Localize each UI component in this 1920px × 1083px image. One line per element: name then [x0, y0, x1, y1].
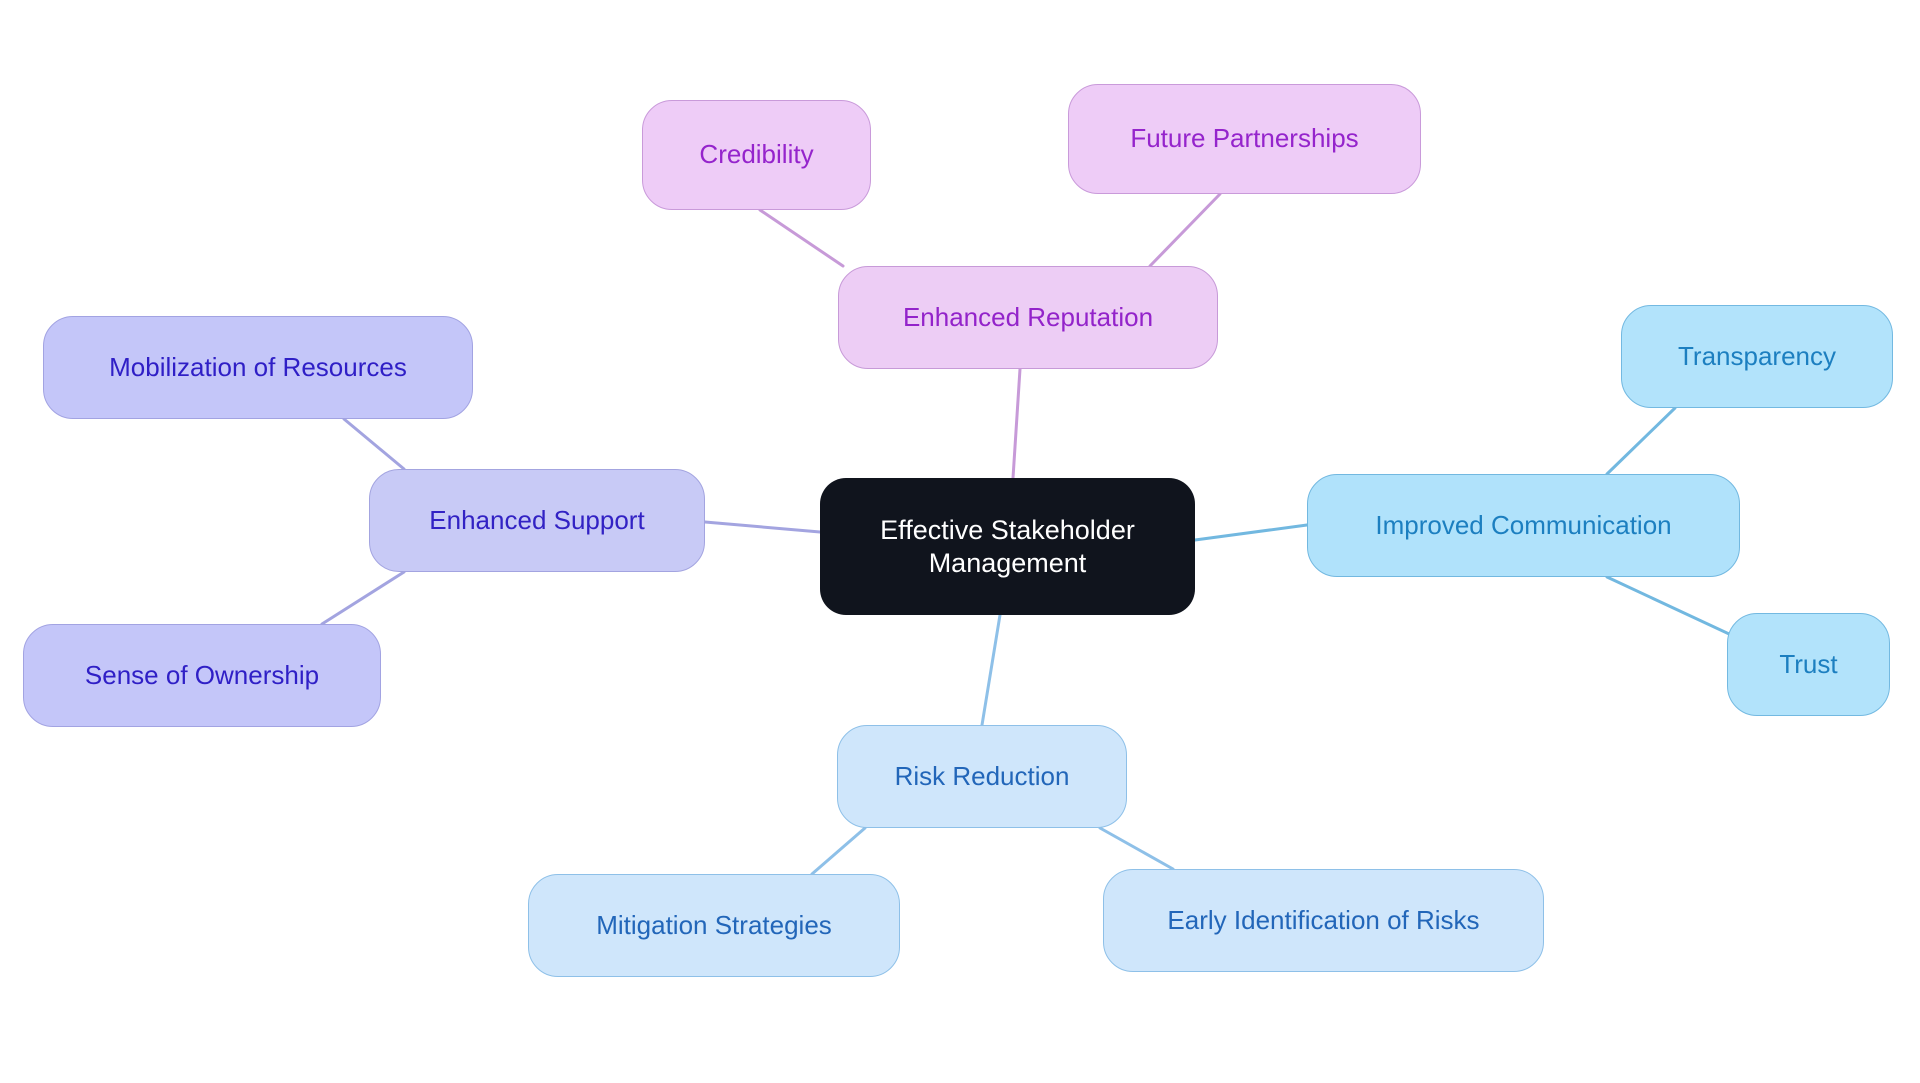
mindmap-root-node[interactable]: Effective Stakeholder Management: [820, 478, 1195, 615]
edge-enhanced-support-sense-of-ownership: [320, 570, 406, 626]
mindmap-leaf-mobilization-of-resources[interactable]: Mobilization of Resources: [43, 316, 473, 419]
mindmap-branch-enhanced-reputation[interactable]: Enhanced Reputation: [838, 266, 1218, 369]
edge-risk-reduction-mitigation-strategies: [810, 826, 867, 876]
mindmap-branch-enhanced-support[interactable]: Enhanced Support: [369, 469, 705, 572]
edge-root-risk-reduction: [980, 613, 1002, 727]
edge-enhanced-support-mobilization: [342, 417, 406, 471]
mindmap-leaf-mitigation-strategies[interactable]: Mitigation Strategies: [528, 874, 900, 977]
edge-improved-communication-trust: [1605, 575, 1744, 642]
mindmap-branch-improved-communication[interactable]: Improved Communication: [1307, 474, 1740, 577]
mindmap-branch-risk-reduction[interactable]: Risk Reduction: [837, 725, 1127, 828]
mindmap-leaf-sense-of-ownership[interactable]: Sense of Ownership: [23, 624, 381, 727]
edge-enhanced-reputation-future-partnerships: [1148, 192, 1222, 268]
edge-improved-communication-transparency: [1605, 406, 1677, 476]
mindmap-leaf-future-partnerships[interactable]: Future Partnerships: [1068, 84, 1421, 194]
mindmap-leaf-transparency[interactable]: Transparency: [1621, 305, 1893, 408]
edge-root-enhanced-reputation: [1011, 367, 1022, 480]
edge-root-enhanced-support: [703, 520, 822, 534]
edge-risk-reduction-early-identification: [1098, 826, 1175, 871]
mindmap-canvas: Effective Stakeholder Management Enhanced…: [0, 0, 1920, 1083]
edge-enhanced-reputation-credibility: [758, 208, 845, 268]
mindmap-leaf-trust[interactable]: Trust: [1727, 613, 1890, 716]
mindmap-leaf-credibility[interactable]: Credibility: [642, 100, 871, 210]
edge-root-improved-communication: [1193, 523, 1309, 542]
mindmap-leaf-early-identification-of-risks[interactable]: Early Identification of Risks: [1103, 869, 1544, 972]
